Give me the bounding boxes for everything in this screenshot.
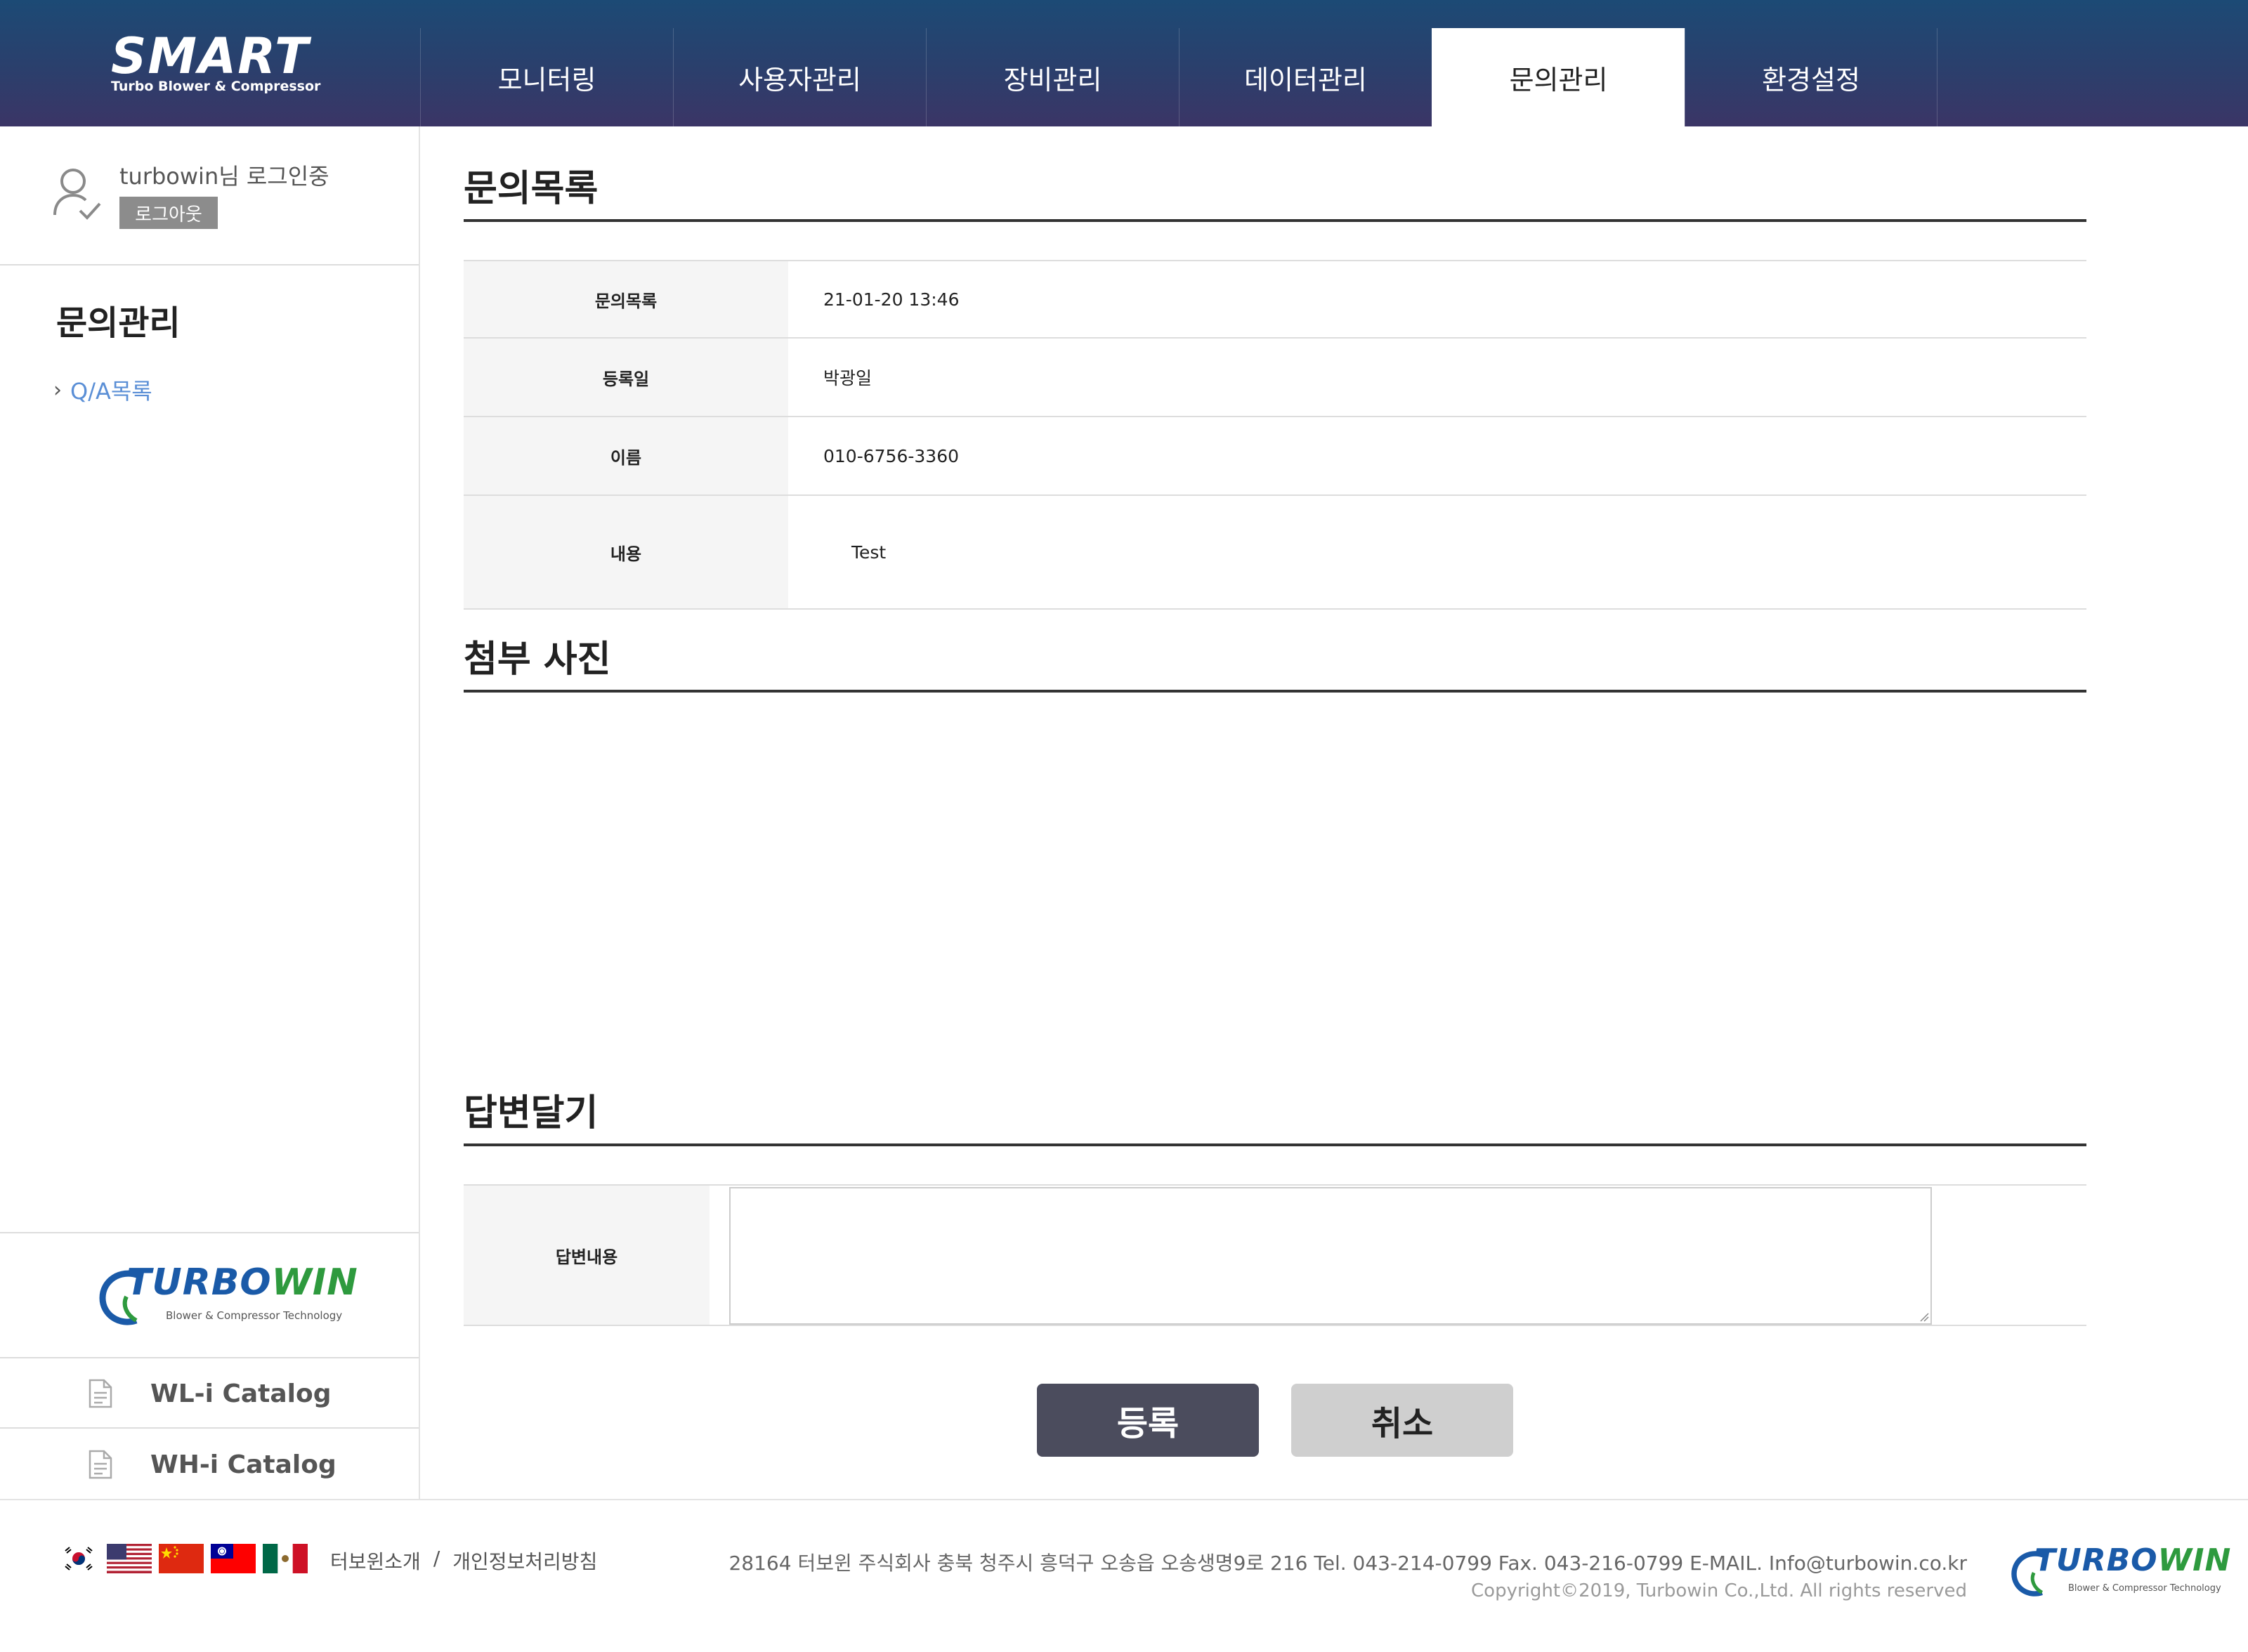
turbowin-logo: TURBOWIN Blower & Compressor Technology — [98, 1261, 358, 1332]
usa-flag-icon[interactable] — [107, 1544, 152, 1573]
row-label: 이름 — [464, 417, 788, 494]
chevron-right-icon: › — [53, 377, 62, 402]
sidebar-item-qa-list[interactable]: › Q/A목록 — [53, 374, 152, 406]
copyright: Copyright©2019, Turbowin Co.,Ltd. All ri… — [1471, 1580, 1967, 1601]
section-divider — [464, 690, 2086, 693]
catalog-label: WH-i Catalog — [150, 1450, 336, 1479]
catalog-link-wl-i[interactable]: WL-i Catalog — [0, 1360, 419, 1429]
korea-flag-icon[interactable] — [62, 1544, 96, 1573]
document-icon — [89, 1379, 112, 1408]
tab-inquiry-management[interactable]: 문의관리 — [1432, 28, 1685, 126]
inquiry-detail-table: 문의목록 21-01-20 13:46 등록일 박광일 이름 010-6756-… — [464, 260, 2086, 610]
table-row: 내용 Test — [464, 496, 2086, 610]
sidebar-item-label: Q/A목록 — [70, 378, 152, 405]
footer-links: 터보윈소개 / 개인정보처리방침 — [330, 1547, 597, 1575]
row-label: 내용 — [464, 496, 788, 608]
catalog-label: WL-i Catalog — [150, 1379, 332, 1408]
logo-text: SMART — [111, 27, 310, 85]
cancel-button[interactable]: 취소 — [1291, 1384, 1513, 1457]
brand-name: TURBOWIN — [126, 1261, 358, 1304]
tab-user-management[interactable]: 사용자관리 — [673, 28, 926, 126]
tab-monitoring[interactable]: 모니터링 — [420, 28, 673, 126]
sidebar-section-title: 문의관리 — [56, 303, 181, 343]
logo-subtitle: Turbo Blower & Compressor — [111, 79, 321, 94]
privacy-policy-link[interactable]: 개인정보처리방침 — [452, 1547, 597, 1575]
tab-settings[interactable]: 환경설정 — [1685, 28, 1937, 126]
row-value: 박광일 — [823, 368, 873, 388]
reply-textarea[interactable] — [729, 1187, 1932, 1325]
login-status: turbowin님 로그인중 — [119, 163, 329, 190]
brand-tagline: Blower & Compressor Technology — [166, 1309, 343, 1322]
row-value: 010-6756-3360 — [823, 445, 960, 466]
company-address: 28164 터보윈 주식회사 충북 청주시 흥덕구 오송읍 오송생명9로 216… — [728, 1552, 1967, 1575]
resize-grip-icon[interactable] — [1919, 1312, 1929, 1322]
reply-title: 답변달기 — [464, 1092, 599, 1134]
tab-data-management[interactable]: 데이터관리 — [1179, 28, 1432, 126]
china-flag-icon[interactable] — [159, 1544, 204, 1573]
submit-button[interactable]: 등록 — [1037, 1384, 1259, 1457]
table-row: 이름 010-6756-3360 — [464, 417, 2086, 496]
about-link[interactable]: 터보윈소개 — [330, 1547, 421, 1575]
reply-form: 답변내용 — [464, 1184, 2086, 1326]
table-row: 등록일 박광일 — [464, 339, 2086, 417]
footer: 터보윈소개 / 개인정보처리방침 28164 터보윈 주식회사 충북 청주시 흥… — [0, 1499, 2248, 1652]
brand-tagline: Blower & Compressor Technology — [2068, 1583, 2221, 1594]
footer-turbowin-logo[interactable]: TURBOWIN Blower & Compressor Technology — [2011, 1542, 2230, 1606]
tab-equipment-management[interactable]: 장비관리 — [926, 28, 1179, 126]
language-flags — [62, 1544, 315, 1573]
user-box: turbowin님 로그인중 로그아웃 — [0, 126, 419, 266]
reply-label: 답변내용 — [464, 1186, 710, 1325]
row-value: Test — [851, 542, 887, 563]
main-nav: 모니터링 사용자관리 장비관리 데이터관리 문의관리 환경설정 — [420, 28, 1937, 126]
turbowin-brand[interactable]: TURBOWIN Blower & Compressor Technology — [0, 1232, 419, 1358]
section-divider — [464, 219, 2086, 222]
mexico-flag-icon[interactable] — [263, 1544, 308, 1573]
row-label: 문의목록 — [464, 261, 788, 337]
user-check-icon — [53, 169, 101, 220]
smart-logo[interactable]: SMART Turbo Blower & Compressor — [111, 28, 336, 98]
top-header: SMART Turbo Blower & Compressor 모니터링 사용자… — [0, 0, 2248, 126]
attached-photo-title: 첨부 사진 — [464, 638, 611, 681]
document-icon — [89, 1450, 112, 1479]
catalog-link-wh-i[interactable]: WH-i Catalog — [0, 1430, 419, 1499]
brand-name: TURBOWIN — [2034, 1542, 2232, 1578]
inquiry-list-title: 문의목록 — [464, 168, 599, 210]
section-divider — [464, 1143, 2086, 1146]
row-value: 21-01-20 13:46 — [823, 289, 960, 310]
link-separator: / — [433, 1547, 440, 1570]
logout-button[interactable]: 로그아웃 — [119, 197, 218, 229]
taiwan-flag-icon[interactable] — [211, 1544, 256, 1573]
table-row: 문의목록 21-01-20 13:46 — [464, 261, 2086, 339]
sidebar: turbowin님 로그인중 로그아웃 문의관리 › Q/A목록 TURBOWI… — [0, 126, 420, 1499]
row-label: 등록일 — [464, 339, 788, 416]
